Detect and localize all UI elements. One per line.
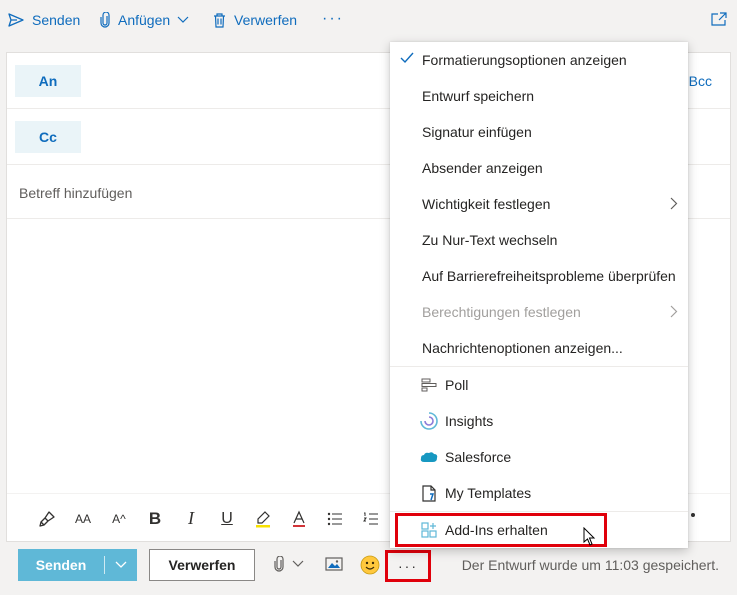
menu-item-label: Poll [445,377,469,393]
subject-input[interactable]: Betreff hinzufügen [19,185,132,201]
menu-item-set-importance[interactable]: Wichtigkeit festlegen [390,186,688,222]
send-button-label: Senden [35,557,87,573]
toolbar-more-button[interactable]: ··· [322,10,344,28]
menu-item-label: Insights [445,413,494,429]
menu-item-label: Wichtigkeit festlegen [422,196,551,212]
popout-icon [711,12,727,26]
popout-button[interactable] [711,12,727,29]
draft-saved-status: Der Entwurf wurde um 11:03 gespeichert. [461,557,719,573]
menu-item-poll[interactable]: Poll [390,367,688,403]
more-formatting-dot[interactable] [691,513,695,517]
bcc-link[interactable]: Bcc [689,73,712,89]
emoji-icon [360,555,380,575]
chevron-down-icon [177,16,189,23]
toolbar-attach-button[interactable]: Anfügen [100,12,189,28]
chevron-right-icon [670,197,678,210]
send-options-chevron[interactable] [105,561,137,569]
grow-font-button[interactable]: A^ [101,507,137,531]
paperclip-icon [274,556,284,572]
toolbar-send-button[interactable]: Senden [8,12,80,28]
checkmark-icon [400,52,414,64]
toolbar-discard-label: Verwerfen [234,12,298,28]
chevron-right-icon [670,305,678,318]
font-color-button[interactable] [281,507,317,531]
highlighter-icon [256,510,270,527]
menu-item-set-permissions: Berechtigungen festlegen [390,294,688,330]
numbering-button[interactable] [353,507,389,531]
menu-item-insert-signature[interactable]: Signatur einfügen [390,114,688,150]
salesforce-icon [420,448,438,466]
cc-button[interactable]: Cc [15,121,81,153]
format-painter-icon [39,510,55,527]
menu-item-label: Entwurf speichern [422,88,535,104]
font-size-button[interactable]: AA [65,507,101,531]
menu-item-label: Nachrichtenoptionen anzeigen... [422,340,623,356]
poll-icon [420,376,438,394]
toolbar-send-label: Senden [32,12,81,28]
menu-item-label: Salesforce [445,449,512,465]
format-painter-button[interactable] [29,507,65,531]
menu-item-label: Absender anzeigen [422,160,543,176]
trash-icon [214,12,225,28]
menu-item-accessibility-check[interactable]: Auf Barrierefreiheitsprobleme überprüfen [390,258,688,294]
toolbar-discard-button[interactable]: Verwerfen [213,12,297,28]
menu-item-my-templates[interactable]: My Templates [390,475,688,511]
more-icon: ··· [322,10,344,27]
menu-item-show-from[interactable]: Absender anzeigen [390,150,688,186]
menu-item-insights[interactable]: Insights [390,403,688,439]
emoji-button[interactable] [360,555,380,575]
to-button[interactable]: An [15,65,81,97]
menu-item-save-draft[interactable]: Entwurf speichern [390,78,688,114]
highlight-box [395,513,607,547]
attach-button[interactable] [274,556,304,572]
menu-item-salesforce[interactable]: Salesforce [390,439,688,475]
send-button[interactable]: Senden [18,549,137,581]
menu-item-label: Berechtigungen festlegen [422,304,581,320]
menu-item-message-options[interactable]: Nachrichtenoptionen anzeigen... [390,330,688,366]
menu-item-show-formatting[interactable]: Formatierungsoptionen anzeigen [390,42,688,78]
insert-image-button[interactable] [325,556,343,572]
bold-button[interactable]: B [137,507,173,531]
numbered-list-icon [363,512,378,524]
image-icon [325,557,343,571]
more-options-button[interactable]: ··· [385,550,431,582]
bullet-list-icon [327,512,342,525]
italic-button[interactable]: I [173,507,209,531]
templates-icon [420,484,438,502]
menu-item-label: Zu Nur-Text wechseln [422,232,558,248]
menu-item-plain-text[interactable]: Zu Nur-Text wechseln [390,222,688,258]
chevron-down-icon [292,560,304,567]
bottom-action-bar: Senden Verwerfen ··· Der Entwurf wurde u… [0,542,737,595]
paperclip-icon [100,12,110,28]
more-options-menu: Formatierungsoptionen anzeigen Entwurf s… [390,42,688,548]
mouse-cursor-icon [583,526,597,550]
command-bar: Senden Anfügen Verwerfen ··· [0,0,737,42]
chevron-down-icon [115,561,127,568]
menu-item-label: Signatur einfügen [422,124,532,140]
discard-button[interactable]: Verwerfen [149,549,255,581]
highlight-button[interactable] [245,507,281,531]
underline-button[interactable]: U [209,507,245,531]
menu-item-label: Auf Barrierefreiheitsprobleme überprüfen [422,268,676,284]
menu-item-label: Formatierungsoptionen anzeigen [422,52,627,68]
menu-item-label: My Templates [445,485,532,501]
font-color-icon [293,510,305,527]
send-icon [8,13,24,27]
insights-icon [420,412,438,430]
toolbar-attach-label: Anfügen [118,12,171,28]
bullets-button[interactable] [317,507,353,531]
